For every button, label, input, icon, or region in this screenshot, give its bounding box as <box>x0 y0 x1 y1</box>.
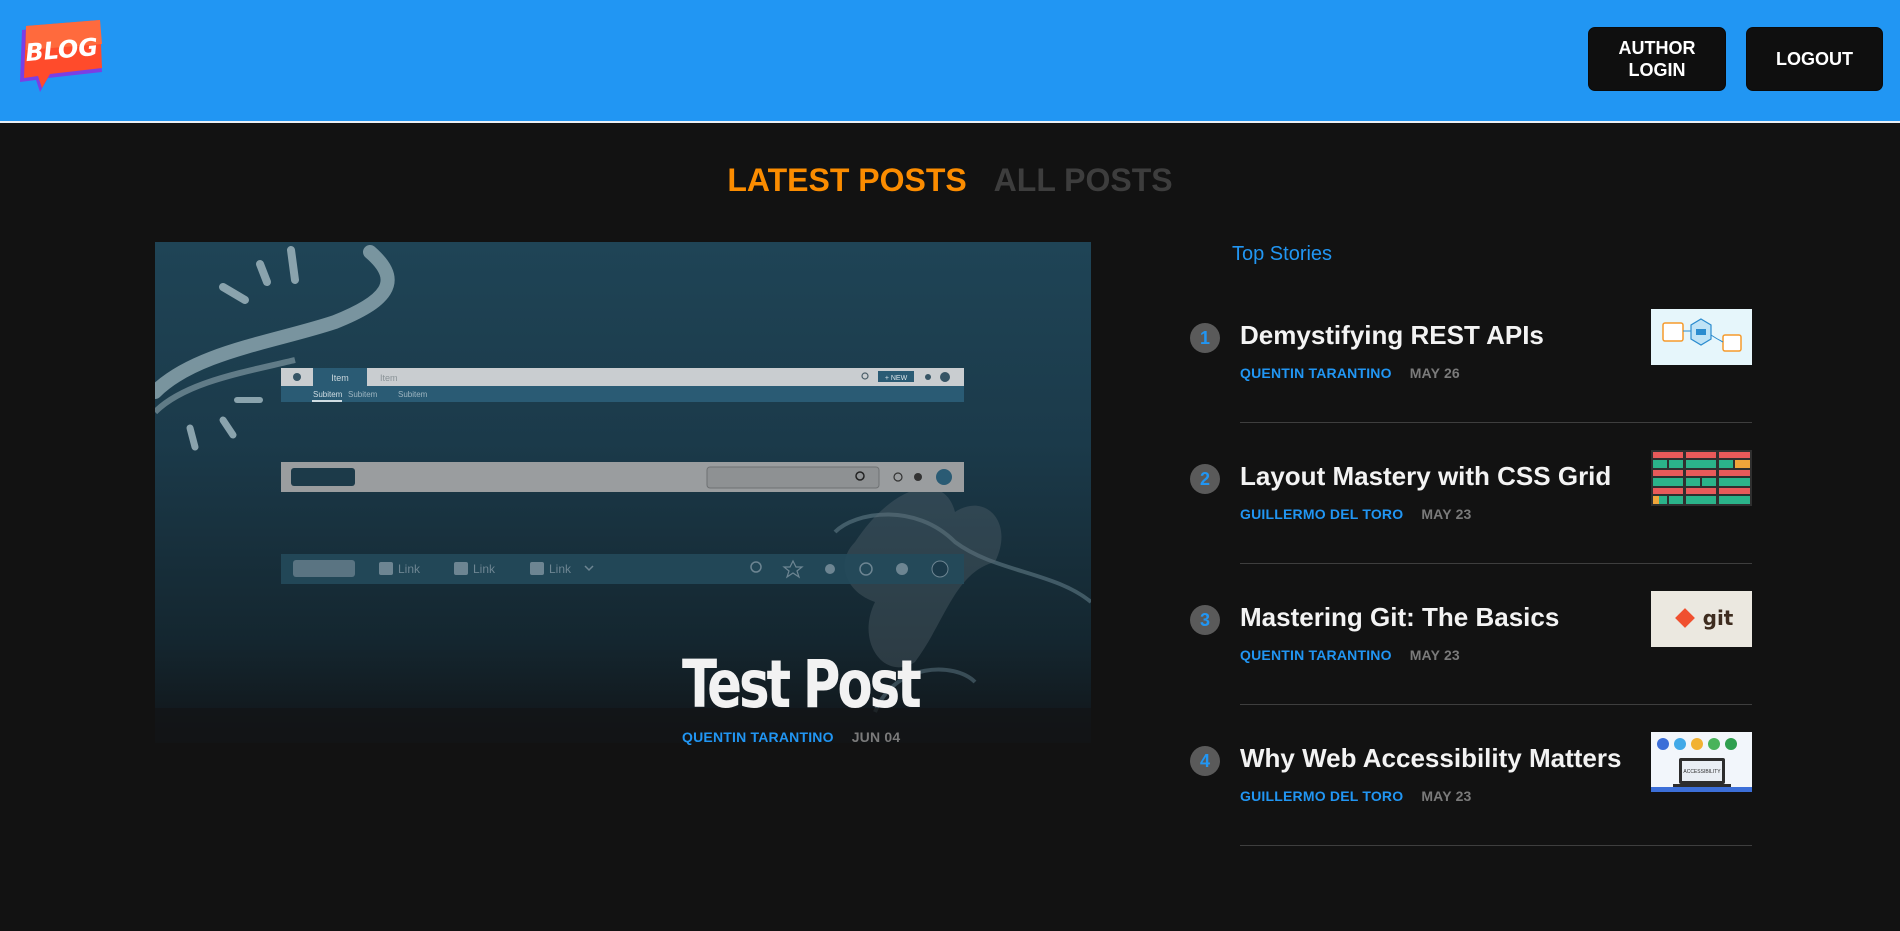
author-login-label: AUTHOR LOGIN <box>1618 38 1696 80</box>
story-divider <box>1240 422 1752 423</box>
story-title[interactable]: Mastering Git: The Basics <box>1240 602 1559 633</box>
image-link-2: Link <box>473 562 496 576</box>
story-date: MAY 23 <box>1421 506 1472 522</box>
featured-post-date: JUN 04 <box>851 729 901 745</box>
accessibility-thumb-text: ACCESSIBILITY <box>1683 769 1721 775</box>
story-meta: QUENTIN TARANTINO MAY 23 <box>1240 647 1460 663</box>
blog-logo[interactable]: BLOG <box>18 20 104 94</box>
image-subitem-3: Subitem <box>398 390 428 399</box>
story-rank: 2 <box>1190 464 1220 494</box>
post-tabs: LATEST POSTS ALL POSTS <box>0 162 1900 199</box>
story-thumbnail-accessibility[interactable]: ACCESSIBILITY <box>1651 732 1752 792</box>
story-author[interactable]: GUILLERMO DEL TORO <box>1240 506 1403 522</box>
story-title[interactable]: Demystifying REST APIs <box>1240 320 1544 351</box>
story-divider <box>1240 704 1752 705</box>
top-story-item[interactable]: 2 Layout Mastery with CSS Grid GUILLERMO… <box>1190 450 1752 591</box>
story-title[interactable]: Why Web Accessibility Matters <box>1240 743 1621 774</box>
story-rank: 3 <box>1190 605 1220 635</box>
top-story-item[interactable]: 4 Why Web Accessibility Matters GUILLERM… <box>1190 732 1752 873</box>
image-item-2: Item <box>380 373 398 383</box>
image-new-button: + NEW <box>885 375 908 382</box>
author-login-button[interactable]: AUTHOR LOGIN <box>1588 27 1726 91</box>
story-author[interactable]: GUILLERMO DEL TORO <box>1240 788 1403 804</box>
tab-all-posts[interactable]: ALL POSTS <box>994 162 1173 199</box>
featured-post-image[interactable]: Item Item + NEW Subitem Subitem Subitem … <box>155 242 1091 743</box>
story-meta: GUILLERMO DEL TORO MAY 23 <box>1240 788 1472 804</box>
story-thumbnail-git[interactable]: git <box>1651 591 1752 647</box>
story-divider <box>1240 845 1752 846</box>
story-date: MAY 23 <box>1409 647 1460 663</box>
image-link-3: Link <box>549 562 572 576</box>
story-date: MAY 23 <box>1421 788 1472 804</box>
top-stories-heading: Top Stories <box>1232 243 1333 265</box>
story-rank: 1 <box>1190 323 1220 353</box>
story-divider <box>1240 563 1752 564</box>
logout-label: LOGOUT <box>1776 49 1853 69</box>
featured-post-author[interactable]: QUENTIN TARANTINO <box>682 729 834 745</box>
logout-button[interactable]: LOGOUT <box>1746 27 1883 91</box>
site-header: BLOG AUTHOR LOGIN LOGOUT <box>0 0 1900 123</box>
story-thumbnail-css-grid[interactable] <box>1651 450 1752 506</box>
git-thumb-text: git <box>1703 606 1734 630</box>
story-title[interactable]: Layout Mastery with CSS Grid <box>1240 461 1611 492</box>
featured-post-title[interactable]: Test Post <box>682 646 922 723</box>
image-link-1: Link <box>398 562 421 576</box>
top-story-item[interactable]: 3 Mastering Git: The Basics QUENTIN TARA… <box>1190 591 1752 732</box>
featured-post-meta: QUENTIN TARANTINO JUN 04 <box>682 729 900 745</box>
story-author[interactable]: QUENTIN TARANTINO <box>1240 647 1392 663</box>
blog-logo-icon: BLOG <box>20 20 102 92</box>
image-subitem-1: Subitem <box>313 390 343 399</box>
story-thumbnail-rest-api[interactable] <box>1651 309 1752 365</box>
story-meta: GUILLERMO DEL TORO MAY 23 <box>1240 506 1472 522</box>
story-rank: 4 <box>1190 746 1220 776</box>
image-item-1: Item <box>331 373 349 383</box>
story-author[interactable]: QUENTIN TARANTINO <box>1240 365 1392 381</box>
featured-illustration: Item Item + NEW Subitem Subitem Subitem … <box>155 245 1091 743</box>
top-story-item[interactable]: 1 Demystifying REST APIs QUENTIN TARANTI… <box>1190 309 1752 450</box>
story-date: MAY 26 <box>1409 365 1460 381</box>
tab-latest-posts[interactable]: LATEST POSTS <box>727 162 966 199</box>
image-subitem-2: Subitem <box>348 390 378 399</box>
story-meta: QUENTIN TARANTINO MAY 26 <box>1240 365 1460 381</box>
